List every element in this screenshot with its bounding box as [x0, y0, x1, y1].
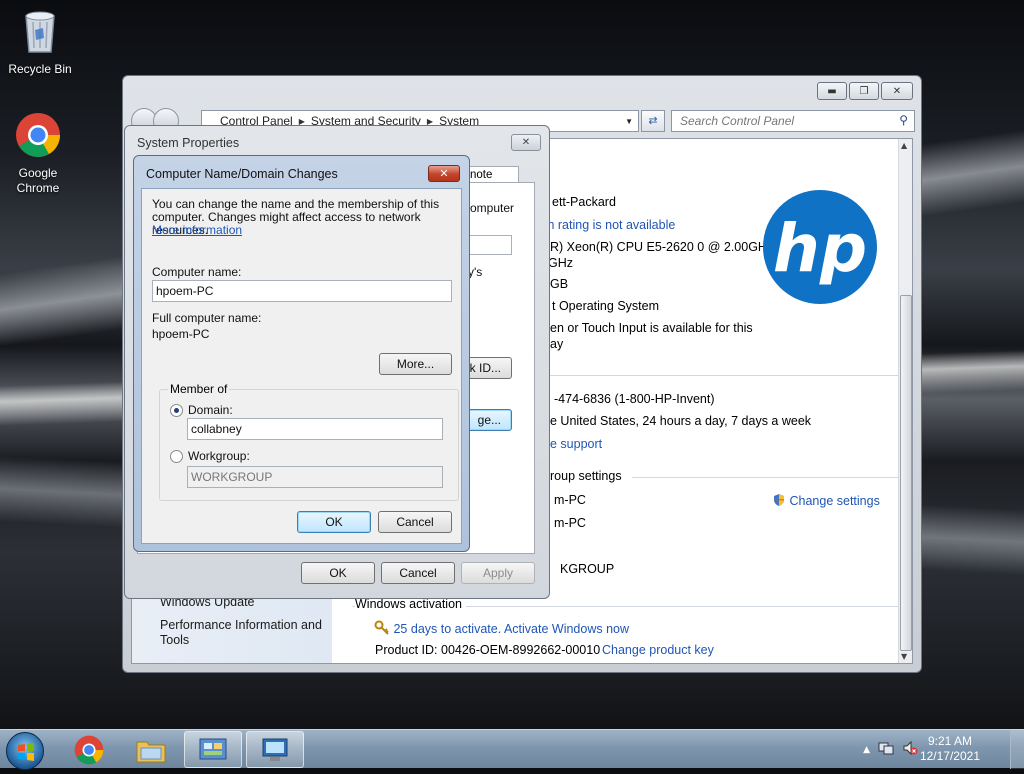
system-type-value: t Operating System [552, 299, 659, 313]
pen-touch-value-2: ay [550, 337, 564, 351]
scrollbar[interactable]: ▲ ▼ [898, 139, 912, 663]
full-computer-name-label: Full computer name: [152, 311, 262, 325]
scroll-up-icon[interactable]: ▲ [901, 141, 907, 150]
change-product-key-link[interactable]: Change product key [602, 643, 714, 657]
show-hidden-icons-icon[interactable]: ▲ [863, 745, 870, 755]
show-desktop-button[interactable] [1010, 730, 1024, 769]
domain-label: Domain: [188, 403, 233, 417]
key-icon [374, 620, 393, 636]
search-input[interactable]: Search Control Panel ⚲ [671, 110, 915, 132]
full-computer-name-value: hpoem-PC [152, 327, 210, 341]
memory-value: GB [550, 277, 569, 291]
close-button[interactable]: ✕ [428, 165, 460, 182]
search-placeholder: Search Control Panel [680, 114, 795, 128]
svg-text:hp: hp [773, 210, 867, 287]
desktop-icon-recycle-bin[interactable]: Recycle Bin [0, 8, 80, 77]
computer-name-value: m-PC [554, 493, 586, 507]
taskbar: ▲ 9:21 AM 12/17/2021 [0, 729, 1024, 770]
member-of-group: Member of Domain: collabney Workgroup: W… [159, 382, 459, 501]
ok-button[interactable]: OK [297, 511, 371, 533]
refresh-button[interactable]: ⇄ [641, 110, 665, 132]
maximize-button[interactable]: ❐ [849, 82, 879, 100]
close-button[interactable]: ✕ [511, 134, 541, 151]
taskbar-chrome[interactable] [60, 731, 118, 768]
description-field[interactable] [468, 235, 512, 255]
start-button[interactable] [6, 732, 44, 770]
close-button[interactable]: ✕ [881, 82, 913, 100]
domain-field[interactable]: collabney [187, 418, 443, 440]
chrome-icon [0, 112, 78, 162]
clock[interactable]: 9:21 AM 12/17/2021 [920, 734, 980, 764]
system-tray: ▲ [863, 730, 918, 769]
search-icon[interactable]: ⚲ [899, 113, 908, 127]
cancel-button[interactable]: Cancel [378, 511, 452, 533]
taskbar-control-panel[interactable] [184, 731, 242, 768]
desktop-icon-google-chrome[interactable]: Google Chrome [0, 112, 78, 196]
workgroup-settings-heading: roup settings [550, 469, 622, 483]
change-settings-label: Change settings [789, 494, 880, 508]
performance-information-link[interactable]: Performance Information and Tools [160, 618, 325, 648]
desktop-icon-label: Recycle Bin [8, 62, 72, 76]
shield-icon [772, 494, 789, 508]
window-controls: ▬ ❐ ✕ [817, 82, 913, 100]
windows-logo-icon [18, 743, 34, 761]
dialog-title: System Properties [137, 136, 240, 150]
folder-icon [136, 741, 166, 762]
product-id: Product ID: 00426-OEM-8992662-00010 [375, 643, 601, 657]
desktop-icon-label: Google Chrome [16, 166, 60, 195]
windows-activation-heading: Windows activation [355, 597, 466, 611]
activate-windows-link[interactable]: 25 days to activate. Activate Windows no… [374, 620, 629, 636]
cancel-button[interactable]: Cancel [381, 562, 455, 584]
chrome-icon [74, 735, 104, 764]
support-hours: e United States, 24 hours a day, 7 days … [550, 414, 812, 428]
workgroup-radio[interactable] [170, 450, 183, 463]
minimize-button[interactable]: ▬ [817, 82, 847, 100]
scroll-down-icon[interactable]: ▼ [901, 652, 907, 661]
taskbar-system-properties[interactable] [246, 731, 304, 768]
computer-name-label: Computer name: [152, 265, 242, 279]
chevron-down-icon[interactable]: ▼ [625, 117, 633, 126]
clock-time: 9:21 AM [927, 734, 972, 748]
support-phone: -474-6836 (1-800-HP-Invent) [554, 392, 715, 406]
control-panel-icon [199, 738, 227, 759]
processor-value: R) Xeon(R) CPU E5-2620 0 @ 2.00GHz [550, 240, 774, 254]
label-fragment: y's [468, 265, 483, 279]
full-computer-name-value: m-PC [554, 516, 586, 530]
online-support-link[interactable]: e support [550, 437, 602, 451]
computer-icon [262, 738, 288, 761]
scrollbar-thumb[interactable] [900, 295, 912, 651]
change-settings-link[interactable]: Change settings [772, 493, 880, 508]
clock-date: 12/17/2021 [919, 749, 980, 763]
more-information-link[interactable]: More information [152, 224, 242, 237]
workgroup-value: KGROUP [560, 562, 615, 576]
workgroup-label: Workgroup: [188, 449, 250, 463]
volume-muted-icon[interactable] [902, 740, 918, 759]
network-icon[interactable] [878, 740, 894, 759]
computer-name-field[interactable]: hpoem-PC [152, 280, 452, 302]
activate-windows-label: 25 days to activate. Activate Windows no… [393, 622, 630, 636]
workgroup-field[interactable]: WORKGROUP [187, 466, 443, 488]
recycle-bin-icon [0, 8, 80, 58]
apply-button[interactable]: Apply [461, 562, 535, 584]
computer-name-domain-changes-dialog: Computer Name/Domain Changes ✕ You can c… [133, 155, 470, 552]
rating-link[interactable]: m rating is not available [544, 218, 675, 232]
dialog-title: Computer Name/Domain Changes [146, 167, 338, 181]
processor-speed: GHz [548, 256, 573, 270]
description-fragment: omputer [470, 201, 515, 215]
more-button[interactable]: More... [379, 353, 452, 375]
member-of-label: Member of [168, 382, 230, 396]
dialog-body: You can change the name and the membersh… [141, 188, 462, 544]
domain-radio[interactable] [170, 404, 183, 417]
ok-button[interactable]: OK [301, 562, 375, 584]
hp-logo: hp [762, 189, 878, 308]
pen-touch-value: en or Touch Input is available for this [550, 321, 753, 335]
taskbar-file-explorer[interactable] [122, 731, 180, 768]
manufacturer-value: ett-Packard [552, 195, 616, 209]
